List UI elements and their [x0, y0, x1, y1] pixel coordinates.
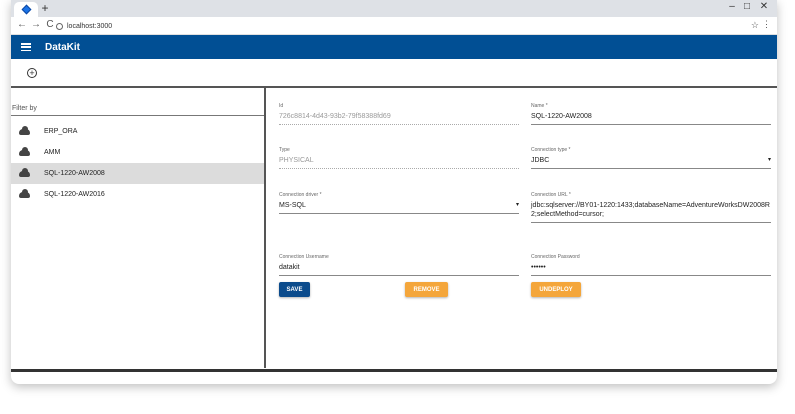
back-button[interactable]: ←	[16, 19, 28, 30]
reload-button[interactable]: C	[44, 19, 56, 30]
connection-name: ERP_ORA	[44, 128, 78, 135]
bottom-divider	[11, 369, 777, 372]
url-text: localhost:3000	[67, 22, 113, 30]
close-window-button[interactable]: ✕	[757, 1, 771, 12]
type-label: Type	[279, 147, 290, 153]
browser-window: + – □ ✕ ← → C localhost:3000 ☆ ⋮ DataKit…	[11, 0, 777, 384]
url-input[interactable]: jdbc:sqlserver://BY01-1220:1433;database…	[531, 201, 771, 223]
driver-field[interactable]: Connection driver * MS-SQL ▾	[279, 192, 519, 214]
url-field[interactable]: Connection URL * jdbc:sqlserver://BY01-1…	[531, 192, 771, 223]
action-bar: +	[11, 59, 777, 88]
forward-button[interactable]: →	[30, 19, 42, 30]
app-bar: DataKit	[11, 35, 777, 59]
minimize-button[interactable]: –	[725, 1, 739, 12]
id-value: 726c8814-4d43-93b2-79f58388fd69	[279, 112, 519, 125]
driver-value: MS-SQL	[279, 202, 306, 209]
bookmark-star-icon[interactable]: ☆	[751, 20, 759, 31]
tab-strip: + – □ ✕	[11, 0, 777, 17]
maximize-button[interactable]: □	[740, 1, 754, 12]
id-field: Id 726c8814-4d43-93b2-79f58388fd69	[279, 103, 519, 125]
type-value: PHYSICAL	[279, 156, 519, 169]
password-input[interactable]: ••••••	[531, 263, 771, 276]
connection-type-select[interactable]: JDBC ▾	[531, 156, 771, 169]
connection-name: AMM	[44, 149, 61, 156]
username-field[interactable]: Connection Username datakit	[279, 254, 519, 276]
cloud-icon	[19, 146, 30, 156]
name-label: Name *	[531, 103, 548, 109]
main-content: Filter by ERP_ORA AMM SQL-1220-AW2008 SQ…	[11, 88, 777, 368]
cloud-icon	[19, 188, 30, 198]
filter-placeholder: Filter by	[12, 105, 37, 112]
connection-type-field[interactable]: Connection type * JDBC ▾	[531, 147, 771, 169]
password-label: Connection Password	[531, 254, 580, 260]
chevron-down-icon[interactable]: ▾	[516, 201, 519, 210]
id-label: Id	[279, 103, 284, 109]
browser-tab[interactable]	[14, 2, 38, 17]
type-field: Type PHYSICAL	[279, 147, 519, 169]
connection-form: Id 726c8814-4d43-93b2-79f58388fd69 Name …	[279, 88, 777, 368]
app-title: DataKit	[45, 41, 81, 53]
chevron-down-icon[interactable]: ▾	[768, 156, 771, 165]
username-label: Connection Username	[279, 254, 329, 260]
app-favicon-icon	[21, 4, 31, 15]
info-icon[interactable]	[56, 22, 63, 30]
connection-type-value: JDBC	[531, 157, 550, 164]
cloud-icon	[19, 167, 30, 177]
list-item[interactable]: SQL-1220-AW2016	[11, 184, 264, 205]
filter-input[interactable]: Filter by	[11, 103, 264, 116]
connection-sidebar: Filter by ERP_ORA AMM SQL-1220-AW2008 SQ…	[11, 88, 266, 368]
address-bar[interactable]: localhost:3000	[56, 19, 746, 33]
add-connection-icon[interactable]: +	[27, 68, 37, 78]
browser-toolbar: ← → C localhost:3000 ☆ ⋮	[11, 17, 777, 35]
list-item[interactable]: AMM	[11, 142, 264, 163]
connection-name: SQL-1220-AW2016	[44, 191, 105, 198]
new-tab-button[interactable]: +	[39, 1, 51, 15]
save-button[interactable]: SAVE	[279, 282, 310, 297]
url-label: Connection URL *	[531, 192, 571, 198]
password-field[interactable]: Connection Password ••••••	[531, 254, 771, 276]
undeploy-button[interactable]: UNDEPLOY	[531, 282, 581, 297]
driver-select[interactable]: MS-SQL ▾	[279, 201, 519, 214]
list-item[interactable]: ERP_ORA	[11, 121, 264, 142]
list-item-selected[interactable]: SQL-1220-AW2008	[11, 163, 264, 184]
connection-name: SQL-1220-AW2008	[44, 170, 105, 177]
hamburger-menu-icon[interactable]	[21, 43, 31, 51]
connection-type-label: Connection type *	[531, 147, 571, 153]
connection-list: ERP_ORA AMM SQL-1220-AW2008 SQL-1220-AW2…	[11, 121, 264, 205]
username-input[interactable]: datakit	[279, 263, 519, 276]
driver-label: Connection driver *	[279, 192, 322, 198]
name-input[interactable]: SQL-1220-AW2008	[531, 112, 771, 125]
remove-button[interactable]: REMOVE	[405, 282, 448, 297]
cloud-icon	[19, 125, 30, 135]
browser-menu-icon[interactable]: ⋮	[762, 19, 771, 30]
name-field[interactable]: Name * SQL-1220-AW2008	[531, 103, 771, 125]
